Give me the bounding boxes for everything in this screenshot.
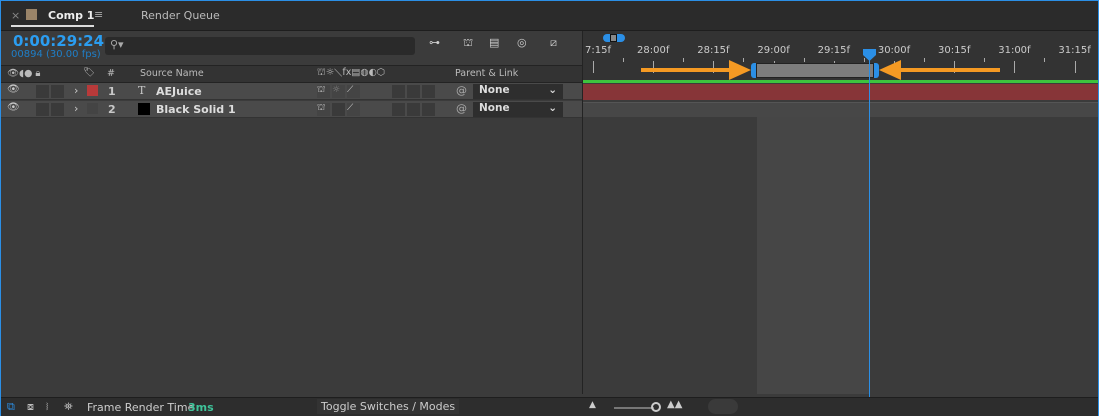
tab-bar: × Comp 1 ≡ Render Queue [1,1,1098,31]
shy-switch[interactable]: ⛫ [317,103,330,116]
time-navigator[interactable] [603,34,625,42]
solo-switch[interactable] [36,103,49,116]
pickwhip-icon[interactable]: @ [456,102,467,115]
visibility-eye-icon[interactable]: 👁︎ [7,84,20,95]
active-tab-underline [11,25,94,27]
arrow-right-icon [641,60,751,80]
parent-dropdown[interactable]: None ⌄ [473,84,563,99]
arrow-left-icon [879,60,1000,80]
ruler-label: 29:00f [757,45,790,56]
comp-flowchart-icon[interactable]: ⊶ [429,36,440,49]
graph-editor-icon[interactable]: ⧄ [550,36,557,50]
switch[interactable] [392,85,405,98]
toggle-switches-modes-button[interactable]: Toggle Switches / Modes [317,399,460,414]
timeline-header: 0:00:29:24 00894 (30.00 fps) ⚲▾ ⊶ ⛫ ▤ ◎ … [1,32,582,64]
column-header: 👁︎◖● 🔒︎ 🏷︎ # Source Name ⛫☼⟍fx▤◍◐⬡ Paren… [1,65,582,83]
av-features-icons: 👁︎◖● 🔒︎ [7,68,41,79]
ruler-label: 7:15f [585,45,611,56]
scrollbar[interactable] [708,399,738,414]
search-input[interactable]: ⚲▾ [105,37,415,55]
shy-switch[interactable]: ⛫ [317,85,330,98]
ruler-label: 31:15f [1058,45,1091,56]
label-tag-icon: 🏷︎ [83,67,96,78]
parent-value: None [479,84,510,96]
switch[interactable] [407,103,420,116]
expand-chevron-icon[interactable]: › [74,84,78,97]
comp-color-icon [26,9,37,20]
ruler-label: 31:00f [998,45,1031,56]
render-time-label: Frame Render Time [87,401,195,414]
layer-bar-aejuice[interactable] [583,84,1098,100]
zoom-slider-handle[interactable] [651,402,661,412]
frame-info: 00894 (30.00 fps) [11,49,101,60]
navigator-handle[interactable] [610,34,617,42]
playhead-line[interactable] [869,59,870,397]
layer-name[interactable]: Black Solid 1 [156,103,236,116]
lock-switch[interactable] [51,85,64,98]
ruler-label: 30:00f [877,45,911,56]
panel-menu-icon[interactable]: ≡ [94,8,103,21]
switch[interactable] [422,103,435,116]
solid-layer-icon [138,103,150,115]
layer-name[interactable]: AEJuice [156,85,202,98]
tab-render-queue[interactable]: Render Queue [141,9,220,22]
shy-layers-icon[interactable]: ⛫ [463,36,473,51]
visibility-eye-icon[interactable]: 👁︎ [7,102,20,113]
render-time-value: 3ms [188,401,214,414]
expand-chevron-icon[interactable]: › [74,102,78,115]
switch[interactable] [392,103,405,116]
switch[interactable] [422,85,435,98]
quality-switch[interactable]: ⟋ [347,85,360,98]
close-tab-icon[interactable]: × [11,9,20,22]
col-number: # [107,68,115,79]
layer-bar-black-solid[interactable] [583,102,1098,117]
text-layer-icon: T [138,84,146,97]
render-time-icon[interactable]: ⛯ [64,400,73,414]
ruler-label: 29:15f [817,45,850,56]
switches-icons: ⛫☼⟍fx▤◍◐⬡ [317,67,386,78]
chevron-down-icon: ⌄ [548,102,557,114]
label-color-swatch[interactable] [87,85,98,96]
search-icon: ⚲▾ [110,38,124,51]
pickwhip-icon[interactable]: @ [456,84,467,97]
footer-bar: ⧉ ⧇ ⧘ ⛯ Frame Render Time 3ms Toggle Swi… [1,397,1098,416]
ruler-label: 28:15f [697,45,730,56]
layer-row[interactable]: 👁︎ › 2 Black Solid 1 ⛫ ⟋ @ None ⌄ [1,101,582,118]
motion-blur-icon[interactable]: ◎ [517,36,527,49]
switch[interactable] [407,85,420,98]
collapse-switch[interactable] [332,103,345,116]
collapse-switch[interactable]: ☼ [332,85,345,98]
parent-dropdown[interactable]: None ⌄ [473,102,563,117]
composition-panel: × Comp 1 ≡ Render Queue 0:00:29:24 00894… [0,0,1099,416]
col-source-name[interactable]: Source Name [140,68,204,79]
work-area-shade [757,117,869,394]
layer-switches-icon[interactable]: ⧉ [7,400,15,414]
layer-row[interactable]: 👁︎ › 1 T AEJuice ⛫ ☼ ⟋ @ None ⌄ [1,83,582,100]
solo-switch[interactable] [36,85,49,98]
lock-switch[interactable] [51,103,64,116]
ruler-label: 30:15f [938,45,971,56]
quality-switch[interactable]: ⟋ [347,103,360,116]
layer-number: 1 [108,85,116,98]
transfer-controls-icon[interactable]: ⧇ [27,400,34,414]
chevron-down-icon: ⌄ [548,84,557,96]
zoom-slider[interactable] [614,407,654,409]
playhead-icon[interactable] [863,49,876,61]
work-area-arrows [641,60,1000,80]
parent-value: None [479,102,510,114]
tab-comp-1[interactable]: Comp 1 [48,9,94,22]
layer-number: 2 [108,103,116,116]
ruler-label: 28:00f [637,45,670,56]
frame-blending-icon[interactable]: ▤ [489,36,499,49]
in-out-icon[interactable]: ⧘ [46,400,48,414]
zoom-out-icon[interactable]: ▲ [589,400,596,410]
zoom-in-icon[interactable]: ▲▲ [667,399,682,410]
label-color-swatch[interactable] [87,103,98,114]
current-time[interactable]: 0:00:29:24 [13,32,104,50]
col-parent-link: Parent & Link [455,68,519,79]
